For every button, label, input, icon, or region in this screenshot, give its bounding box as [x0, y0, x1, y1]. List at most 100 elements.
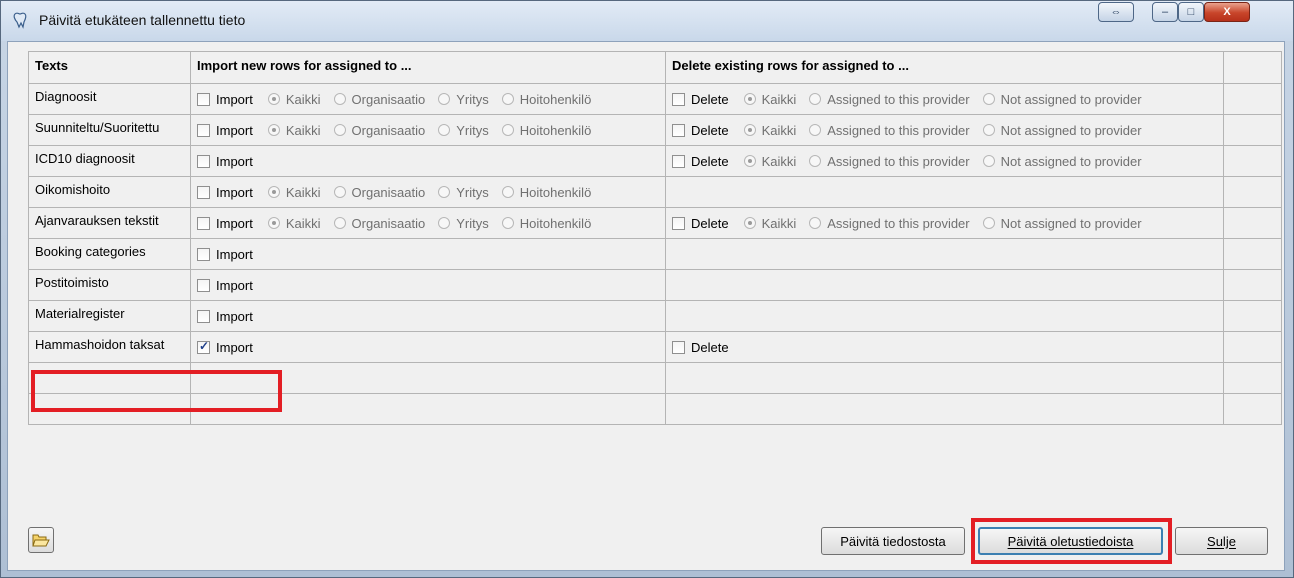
import-checkbox[interactable]: Import	[197, 154, 253, 169]
radio-dot[interactable]	[333, 93, 346, 105]
import-radio-0[interactable]: Kaikki	[267, 122, 321, 138]
close-button[interactable]: Sulje	[1175, 527, 1268, 555]
radio-dot[interactable]	[743, 155, 756, 167]
radio-dot[interactable]	[438, 124, 451, 136]
import-radio-0[interactable]: Kaikki	[267, 185, 321, 200]
delete-radio-1[interactable]: Assigned to this provider	[809, 216, 970, 231]
import-radio-2[interactable]: Yritys	[438, 92, 489, 107]
import-checkbox[interactable]: Import	[197, 278, 253, 293]
radio-dot[interactable]	[743, 217, 756, 229]
radio-dot[interactable]	[982, 217, 995, 229]
delete-checkbox[interactable]: Delete	[672, 92, 729, 107]
checkbox-box[interactable]	[197, 309, 210, 323]
delete-checkbox[interactable]: Delete	[672, 154, 729, 169]
import-radio-2[interactable]: Yritys	[438, 216, 489, 231]
radio-dot[interactable]	[982, 124, 995, 136]
checkbox-box[interactable]	[197, 339, 210, 354]
radio-dot[interactable]	[438, 186, 451, 198]
title-bar[interactable]: Päivitä etukäteen tallennettu tieto ⇔ – …	[1, 1, 1293, 41]
radio-dot[interactable]	[809, 93, 822, 105]
import-radio-3[interactable]: Hoitohenkilö	[501, 123, 591, 138]
maximize-button[interactable]: □	[1178, 2, 1204, 22]
radio-dot[interactable]	[743, 124, 756, 136]
delete-checkbox[interactable]: Delete	[672, 123, 729, 138]
checkbox-box[interactable]	[197, 92, 210, 106]
import-radio-2[interactable]: Yritys	[438, 185, 489, 200]
import-checkbox[interactable]: Import	[197, 123, 253, 138]
import-radio-0[interactable]: Kaikki	[267, 92, 321, 107]
import-label: Import	[216, 215, 253, 231]
radio-dot[interactable]	[267, 186, 280, 198]
delete-radio-2[interactable]: Not assigned to provider	[982, 154, 1142, 169]
checkbox-box[interactable]	[197, 247, 210, 261]
checkbox-box[interactable]	[672, 92, 685, 106]
delete-radio-0[interactable]: Kaikki	[743, 123, 796, 138]
import-radio-0[interactable]: Kaikki	[267, 216, 321, 231]
radio-dot[interactable]	[501, 217, 514, 229]
radio-dot[interactable]	[743, 93, 756, 105]
update-from-file-button[interactable]: Päivitä tiedostosta	[821, 527, 965, 555]
open-folder-button[interactable]	[28, 527, 54, 553]
import-checkbox[interactable]: Import	[197, 92, 253, 107]
checkbox-box[interactable]	[672, 154, 685, 168]
close-window-button[interactable]: X	[1204, 2, 1250, 22]
checkbox-box[interactable]	[672, 340, 685, 354]
radio-dot[interactable]	[809, 124, 822, 136]
radio-dot[interactable]	[267, 217, 280, 229]
radio-dot[interactable]	[501, 186, 514, 198]
import-radio-3[interactable]: Hoitohenkilö	[501, 185, 591, 200]
restore-arrows-button[interactable]: ⇔	[1098, 2, 1134, 22]
import-checkbox[interactable]: Import	[197, 216, 253, 231]
empty-cell	[665, 362, 1224, 394]
radio-dot[interactable]	[267, 93, 280, 105]
delete-checkbox[interactable]: Delete	[672, 216, 729, 231]
table-row: Postitoimisto Import	[28, 269, 1282, 301]
checkbox-box[interactable]	[197, 185, 210, 199]
radio-dot[interactable]	[333, 217, 346, 229]
import-radio-3[interactable]: Hoitohenkilö	[501, 215, 592, 231]
delete-checkbox[interactable]: Delete	[672, 340, 729, 355]
radio-dot[interactable]	[809, 155, 822, 167]
delete-radio-1[interactable]: Assigned to this provider	[809, 123, 970, 138]
radio-dot[interactable]	[267, 124, 280, 136]
table-row: Oikomishoito Import Kaikki Organisaatio Yrit…	[28, 176, 1282, 208]
import-radio-1[interactable]: Organisaatio	[333, 216, 425, 231]
update-from-defaults-button[interactable]: Päivitä oletustiedoista	[978, 527, 1163, 555]
checkbox-box[interactable]	[672, 123, 685, 137]
import-checkbox[interactable]: Import	[197, 247, 253, 262]
import-radio-3[interactable]: Hoitohenkilö	[501, 92, 591, 107]
radio-dot[interactable]	[982, 93, 995, 105]
delete-radio-0[interactable]: Kaikki	[743, 216, 796, 231]
import-radio-label: Hoitohenkilö	[519, 215, 592, 231]
checkbox-box[interactable]	[197, 278, 210, 292]
checkbox-box[interactable]	[197, 216, 210, 230]
import-radio-1[interactable]: Organisaatio	[333, 123, 425, 138]
import-radio-2[interactable]: Yritys	[438, 123, 489, 138]
radio-dot[interactable]	[333, 124, 346, 136]
import-radio-label: Kaikki	[285, 122, 321, 138]
checkbox-box[interactable]	[197, 154, 210, 168]
radio-dot[interactable]	[809, 217, 822, 229]
import-radio-1[interactable]: Organisaatio	[333, 185, 425, 200]
delete-cell: Delete Kaikki Assigned to this provider Not…	[665, 207, 1224, 239]
checkbox-box[interactable]	[197, 123, 210, 137]
checkbox-box[interactable]	[672, 216, 685, 230]
delete-radio-1[interactable]: Assigned to this provider	[809, 92, 970, 107]
import-radio-1[interactable]: Organisaatio	[333, 92, 425, 107]
radio-dot[interactable]	[438, 217, 451, 229]
minimize-button[interactable]: –	[1152, 2, 1178, 22]
delete-radio-1[interactable]: Assigned to this provider	[809, 154, 970, 169]
delete-radio-0[interactable]: Kaikki	[743, 92, 796, 107]
radio-dot[interactable]	[438, 93, 451, 105]
radio-dot[interactable]	[501, 93, 514, 105]
import-checkbox[interactable]: Import	[197, 339, 253, 355]
import-checkbox[interactable]: Import	[197, 185, 253, 200]
radio-dot[interactable]	[333, 186, 346, 198]
radio-dot[interactable]	[982, 155, 995, 167]
delete-radio-2[interactable]: Not assigned to provider	[982, 92, 1142, 107]
import-checkbox[interactable]: Import	[197, 309, 253, 324]
radio-dot[interactable]	[501, 124, 514, 136]
delete-radio-2[interactable]: Not assigned to provider	[982, 216, 1142, 231]
delete-radio-0[interactable]: Kaikki	[743, 154, 796, 169]
delete-radio-2[interactable]: Not assigned to provider	[982, 123, 1142, 138]
